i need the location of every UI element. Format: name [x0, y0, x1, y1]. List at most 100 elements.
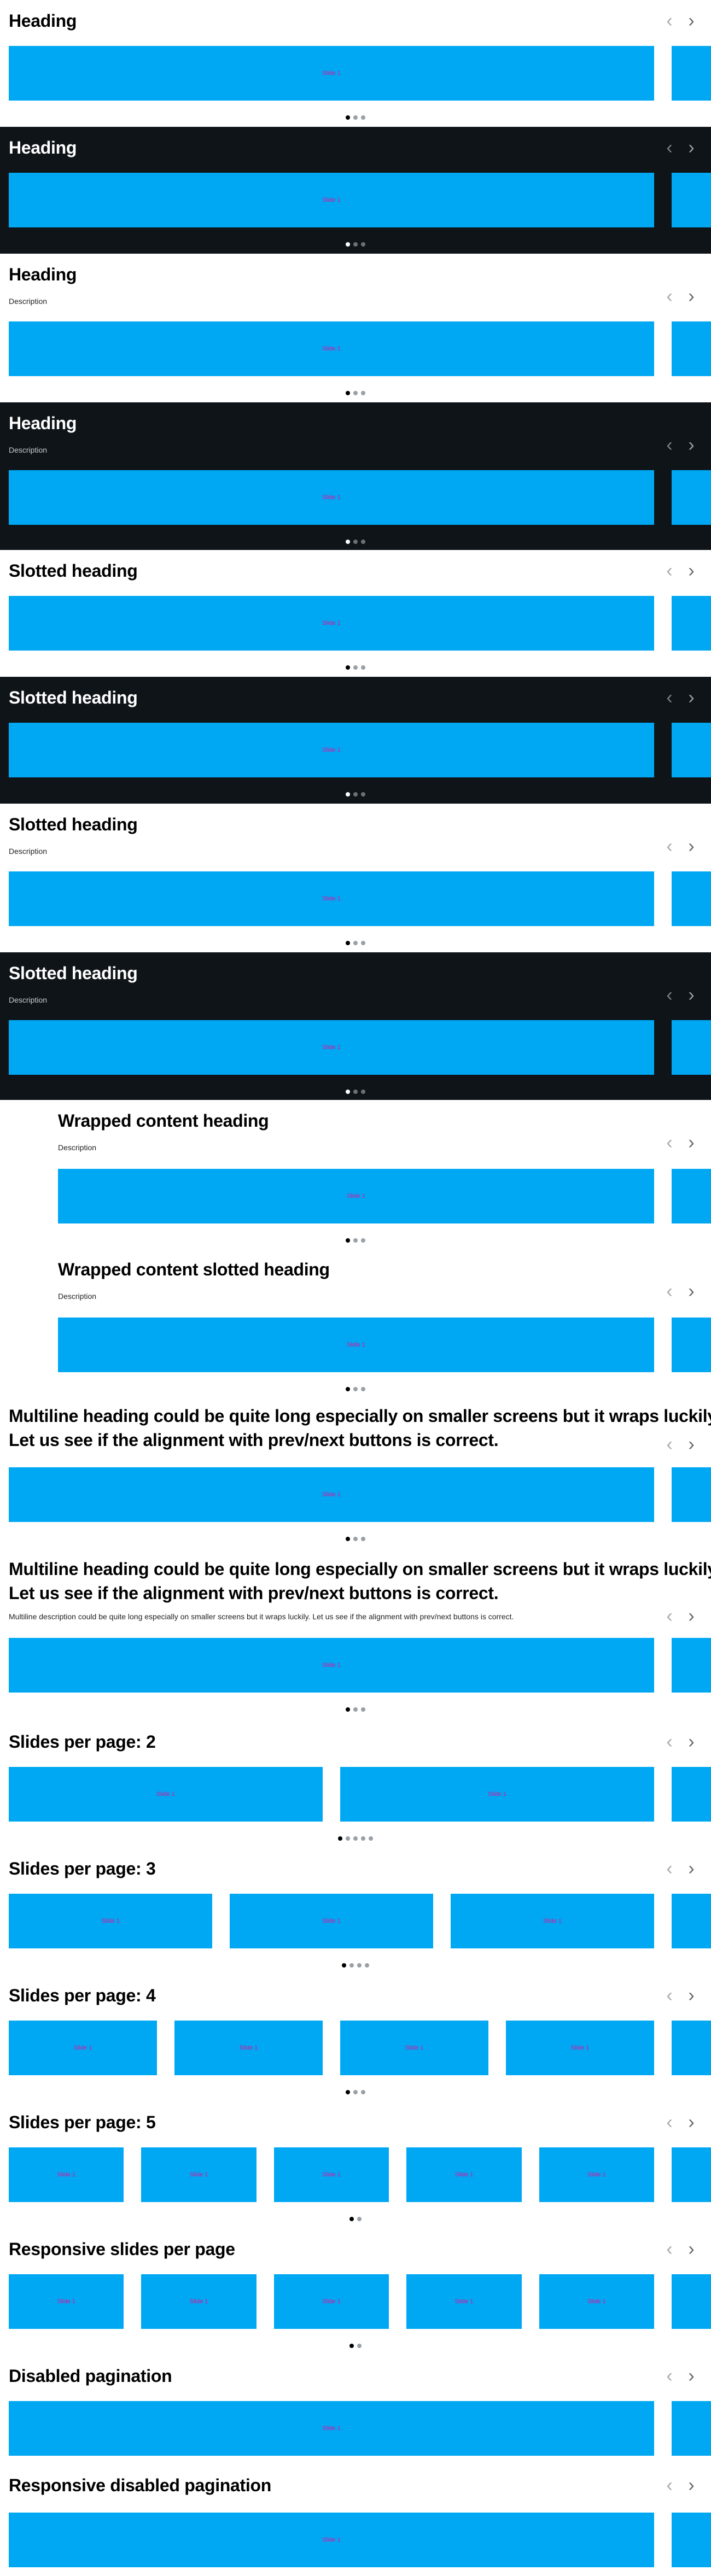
pagination-dot[interactable] — [353, 242, 358, 247]
pagination-dot[interactable] — [353, 390, 358, 395]
pagination-dot[interactable] — [346, 242, 350, 247]
prev-button[interactable]: ‹ — [658, 1731, 680, 1753]
next-button[interactable]: › — [680, 2238, 702, 2260]
next-button[interactable]: › — [680, 1858, 702, 1880]
next-button[interactable]: › — [680, 10, 702, 32]
pagination-dot[interactable] — [346, 1836, 350, 1841]
next-button[interactable]: › — [680, 1433, 702, 1455]
carousel-track[interactable]: Slide 1 — [9, 1638, 711, 1693]
carousel-track[interactable]: Slide 1 — [58, 1318, 711, 1372]
next-button[interactable]: › — [680, 137, 702, 159]
prev-button[interactable]: ‹ — [658, 2365, 680, 2387]
next-button[interactable]: › — [680, 2111, 702, 2133]
pagination-dot[interactable] — [361, 539, 365, 544]
carousel-track[interactable]: Slide 1 — [9, 1467, 711, 1522]
pagination-dot[interactable] — [353, 1089, 358, 1094]
pagination-dot[interactable] — [346, 665, 350, 670]
pagination-dot[interactable] — [361, 1386, 365, 1391]
carousel-track[interactable]: Slide 1 — [9, 871, 711, 926]
carousel-track[interactable]: Slide 1 Slide 1 Slide 1 Slide 1 — [9, 2021, 711, 2075]
pagination-dot[interactable] — [353, 792, 358, 797]
pagination-dot[interactable] — [346, 940, 350, 945]
pagination-dot[interactable] — [349, 1963, 354, 1968]
next-button[interactable]: › — [680, 1280, 702, 1302]
carousel-track[interactable]: Slide 1 Slide 1 — [9, 1767, 711, 1822]
pagination-dot[interactable] — [361, 1238, 365, 1243]
pagination-dot[interactable] — [353, 1238, 358, 1243]
pagination-dot[interactable] — [361, 115, 365, 120]
prev-button[interactable]: ‹ — [658, 1984, 680, 2006]
pagination-dot[interactable] — [361, 1089, 365, 1094]
next-button[interactable]: › — [680, 2365, 702, 2387]
pagination-dot[interactable] — [346, 1536, 350, 1541]
pagination-dot[interactable] — [342, 1963, 346, 1968]
prev-button[interactable]: ‹ — [658, 2238, 680, 2260]
next-button[interactable]: › — [680, 560, 702, 582]
pagination-dot[interactable] — [357, 2216, 362, 2221]
prev-button[interactable]: ‹ — [658, 2111, 680, 2133]
carousel-track[interactable]: Slide 1 Slide 1 Slide 1 Slide 1 Slide 1 — [9, 2274, 711, 2329]
pagination-dot[interactable] — [361, 940, 365, 945]
prev-button[interactable]: ‹ — [658, 1132, 680, 1154]
next-button[interactable]: › — [680, 285, 702, 307]
next-button[interactable]: › — [680, 687, 702, 709]
pagination-dot[interactable] — [361, 1836, 365, 1841]
pagination-dot[interactable] — [346, 1707, 350, 1712]
pagination-dot[interactable] — [346, 2089, 350, 2094]
pagination-dot[interactable] — [346, 390, 350, 395]
prev-button[interactable]: ‹ — [658, 835, 680, 857]
pagination-dot[interactable] — [346, 115, 350, 120]
pagination-dot[interactable] — [353, 1836, 358, 1841]
carousel-track[interactable]: Slide 1 — [9, 596, 711, 651]
next-button[interactable]: › — [680, 1984, 702, 2006]
pagination-dot[interactable] — [353, 665, 358, 670]
next-button[interactable]: › — [680, 1132, 702, 1154]
pagination-dot[interactable] — [361, 1536, 365, 1541]
next-button[interactable]: › — [680, 835, 702, 857]
prev-button[interactable]: ‹ — [658, 285, 680, 307]
prev-button[interactable]: ‹ — [658, 1433, 680, 1455]
next-button[interactable]: › — [680, 1605, 702, 1627]
carousel-track[interactable]: Slide 1 — [9, 2513, 711, 2567]
prev-button[interactable]: ‹ — [658, 1605, 680, 1627]
next-button[interactable]: › — [680, 434, 702, 456]
pagination-dot[interactable] — [353, 115, 358, 120]
pagination-dot[interactable] — [361, 1707, 365, 1712]
carousel-track[interactable]: Slide 1 — [9, 321, 711, 376]
carousel-track[interactable]: Slide 1 — [9, 46, 711, 101]
pagination-dot[interactable] — [361, 390, 365, 395]
prev-button[interactable]: ‹ — [658, 687, 680, 709]
carousel-track[interactable]: Slide 1 — [9, 470, 711, 525]
prev-button[interactable]: ‹ — [658, 2474, 680, 2496]
pagination-dot[interactable] — [353, 1386, 358, 1391]
pagination-dot[interactable] — [361, 792, 365, 797]
pagination-dot[interactable] — [346, 539, 350, 544]
pagination-dot[interactable] — [346, 1386, 350, 1391]
prev-button[interactable]: ‹ — [658, 1280, 680, 1302]
pagination-dot[interactable] — [346, 792, 350, 797]
prev-button[interactable]: ‹ — [658, 137, 680, 159]
pagination-dot[interactable] — [349, 2216, 354, 2221]
carousel-track[interactable]: Slide 1 — [9, 2401, 711, 2456]
pagination-dot[interactable] — [346, 1238, 350, 1243]
carousel-track[interactable]: Slide 1 — [9, 173, 711, 227]
pagination-dot[interactable] — [361, 2089, 365, 2094]
prev-button[interactable]: ‹ — [658, 434, 680, 456]
pagination-dot[interactable] — [349, 2343, 354, 2348]
pagination-dot[interactable] — [369, 1836, 373, 1841]
carousel-track[interactable]: Slide 1 — [58, 1169, 711, 1223]
pagination-dot[interactable] — [338, 1836, 342, 1841]
pagination-dot[interactable] — [361, 242, 365, 247]
pagination-dot[interactable] — [365, 1963, 369, 1968]
pagination-dot[interactable] — [353, 2089, 358, 2094]
pagination-dot[interactable] — [357, 2343, 362, 2348]
next-button[interactable]: › — [680, 2474, 702, 2496]
next-button[interactable]: › — [680, 984, 702, 1006]
prev-button[interactable]: ‹ — [658, 984, 680, 1006]
carousel-track[interactable]: Slide 1 Slide 1 Slide 1 Slide 1 Slide 1 — [9, 2147, 711, 2202]
pagination-dot[interactable] — [353, 539, 358, 544]
carousel-track[interactable]: Slide 1 — [9, 723, 711, 777]
prev-button[interactable]: ‹ — [658, 1858, 680, 1880]
next-button[interactable]: › — [680, 1731, 702, 1753]
pagination-dot[interactable] — [353, 1536, 358, 1541]
